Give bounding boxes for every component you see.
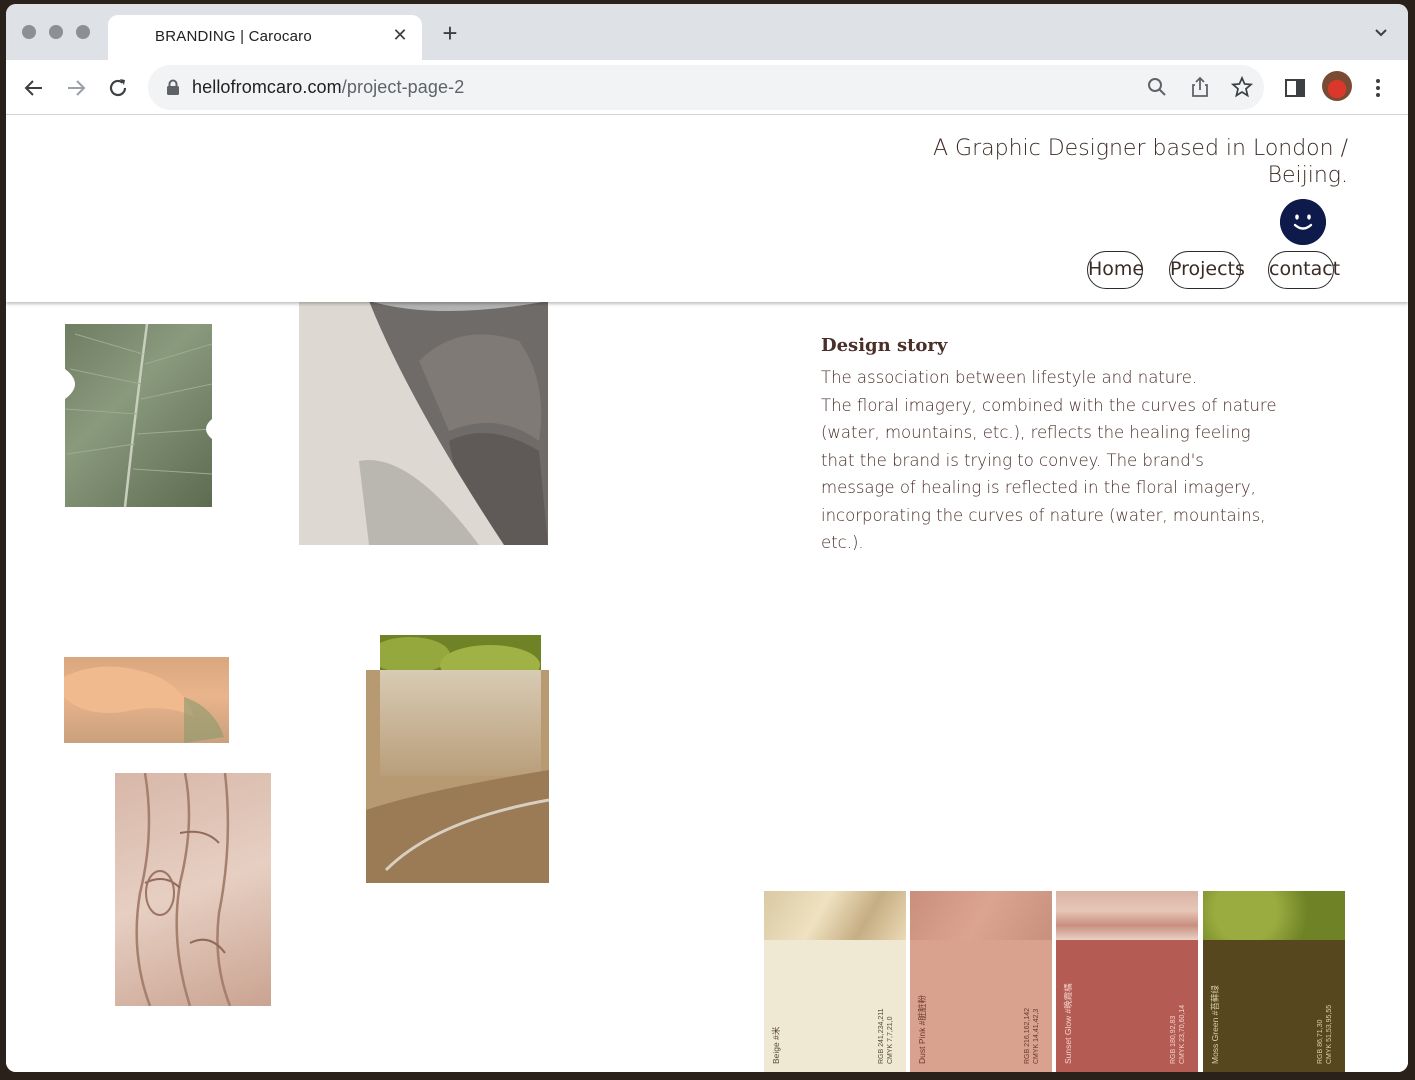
swatch-beige-name: Beige #米 (771, 1026, 781, 1064)
forward-arrow-icon[interactable] (64, 76, 88, 100)
swatch-dust-pink-codes: RGB 216,162,142 CMYK 14,41,42,3 (1024, 1007, 1040, 1064)
smiley-logo-icon[interactable] (1280, 199, 1326, 245)
swatch-moss-green: Moss Green #苔藓绿 RGB 86,71,30 CMYK 51,53,9… (1203, 891, 1345, 1072)
swatch-beige: Beige #米 RGB 241,234,211 CMYK 7,7,21,0 (764, 891, 906, 1072)
swatch-beige-codes: RGB 241,234,211 CMYK 7,7,21,0 (878, 1008, 894, 1064)
swatch-dust-pink-color: Dust Pink #脏脏粉 RGB 216,162,142 CMYK 14,41… (910, 940, 1052, 1072)
profile-avatar[interactable] (1322, 71, 1352, 101)
browser-toolbar: hellofromcaro.com/project-page-2 (6, 60, 1408, 115)
nav-projects-button[interactable]: Projects (1169, 251, 1245, 289)
white-rock-photo (299, 301, 548, 545)
swatch-dust-pink-photo (910, 891, 1052, 940)
swatch-dust-pink-name: Dust Pink #脏脏粉 (917, 995, 927, 1064)
design-story-body: The association between lifestyle and na… (821, 364, 1281, 557)
tab-title: BRANDING | Carocaro (155, 28, 312, 45)
peach-flower-photo (64, 657, 229, 743)
reload-icon[interactable] (106, 76, 130, 100)
swatch-moss-green-color: Moss Green #苔藓绿 RGB 86,71,30 CMYK 51,53,9… (1203, 940, 1345, 1072)
new-tab-icon[interactable]: + (438, 20, 462, 46)
swatch-sunset-glow-color: Sunset Glow #晚霞橘 RGB 180,92,83 CMYK 23,70… (1056, 940, 1198, 1072)
more-menu-icon[interactable] (1366, 76, 1390, 100)
swatch-sunset-glow-photo (1056, 891, 1198, 940)
dunes-photo (366, 670, 549, 883)
browser-window: BRANDING | Carocaro ✕ + hellofromcaro.co… (6, 4, 1408, 1072)
minimize-window-button[interactable] (49, 25, 63, 39)
search-icon[interactable] (1146, 76, 1168, 98)
site-tagline: A Graphic Designer based in London / Bei… (933, 136, 1348, 188)
swatch-beige-color: Beige #米 RGB 241,234,211 CMYK 7,7,21,0 (764, 940, 906, 1072)
web-page: A Graphic Designer based in London / Bei… (6, 115, 1408, 1072)
swatch-sunset-glow: Sunset Glow #晚霞橘 RGB 180,92,83 CMYK 23,70… (1056, 891, 1198, 1072)
share-icon[interactable] (1189, 76, 1211, 98)
maximize-window-button[interactable] (76, 25, 90, 39)
bookmark-star-icon[interactable] (1231, 76, 1253, 98)
design-story-line-2: The floral imagery, combined with the cu… (821, 395, 1277, 553)
side-panel-icon[interactable] (1283, 76, 1307, 100)
close-tab-icon[interactable]: ✕ (390, 25, 410, 45)
nav-home-button[interactable]: Home (1087, 251, 1144, 289)
site-header: A Graphic Designer based in London / Bei… (6, 115, 1408, 302)
active-tab[interactable]: BRANDING | Carocaro ✕ (108, 15, 422, 61)
address-bar[interactable]: hellofromcaro.com/project-page-2 (148, 65, 1264, 110)
design-story: Design story The association between lif… (821, 335, 1281, 557)
nav-contact-button[interactable]: contact (1268, 251, 1340, 289)
tab-strip: BRANDING | Carocaro ✕ + (6, 4, 1408, 61)
swatch-moss-green-codes: RGB 86,71,30 CMYK 51,53,95,55 (1317, 1004, 1333, 1064)
close-window-button[interactable] (22, 25, 36, 39)
url-text[interactable]: hellofromcaro.com/project-page-2 (192, 77, 464, 98)
swatch-sunset-glow-name: Sunset Glow #晚霞橘 (1063, 983, 1073, 1064)
tab-search-chevron-icon[interactable] (1374, 28, 1388, 38)
design-story-title: Design story (821, 335, 948, 356)
design-story-line-1: The association between lifestyle and na… (821, 368, 1198, 387)
swatch-dust-pink: Dust Pink #脏脏粉 RGB 216,162,142 CMYK 14,41… (910, 891, 1052, 1072)
swatch-beige-photo (764, 891, 906, 940)
bark-photo (115, 773, 271, 1006)
swatch-moss-green-photo (1203, 891, 1345, 940)
leaf-photo (65, 324, 212, 507)
lock-icon[interactable] (166, 79, 180, 95)
swatch-moss-green-name: Moss Green #苔藓绿 (1210, 985, 1220, 1064)
back-arrow-icon[interactable] (22, 76, 46, 100)
swatch-sunset-glow-codes: RGB 180,92,83 CMYK 23,70,60,14 (1170, 1004, 1186, 1064)
